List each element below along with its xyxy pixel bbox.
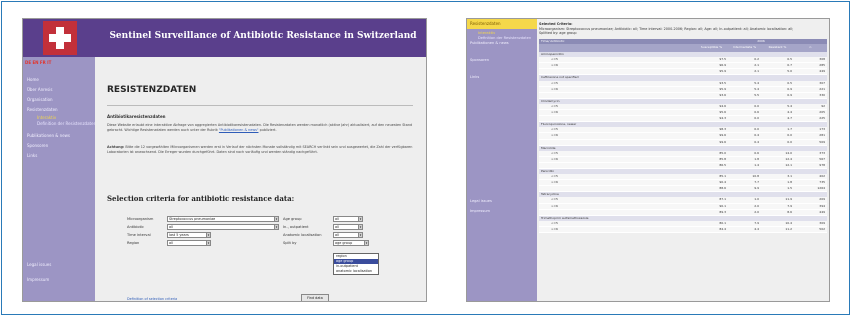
criteria-line: Microorganism: Streptococcus pneumoniae;… (539, 26, 794, 31)
nav-item-sponsors[interactable]: Sponsoren (27, 141, 93, 151)
selection-heading: Selection criteria for antibiotic resist… (107, 194, 295, 203)
value-cell: 84.4 (695, 226, 728, 234)
microorganism-select[interactable]: Streptococcus pneumoniae ▾ (167, 216, 279, 222)
nav-item-links[interactable]: Links (27, 151, 93, 161)
antibiotic-label: Antibiotic (127, 225, 145, 229)
criteria-split: Splitted by: age group (539, 31, 577, 35)
value-cell: 4.4 (728, 226, 761, 234)
inoutpatient-label: In-, outpatient (283, 225, 309, 229)
chevron-down-icon: ▾ (206, 233, 210, 237)
dropdown-option[interactable]: anatomic localisation (334, 269, 378, 274)
chevron-down-icon: ▾ (364, 241, 368, 245)
swiss-cross-logo (43, 21, 77, 55)
age-group-select[interactable]: all ▾ (333, 216, 363, 222)
sidebar: DE EN FR IT Home Über Anresis Organisati… (23, 57, 96, 301)
split-by-select[interactable]: age group ▾ (333, 240, 369, 246)
selection-page-screenshot: Sentinel Surveillance of Antibiotic Resi… (22, 18, 427, 302)
inoutpatient-select[interactable]: all ▾ (333, 224, 363, 230)
publications-link[interactable]: "Publikationen & news" (219, 128, 259, 132)
column-header: Susceptible % (695, 44, 728, 53)
footer-link-legal[interactable]: Legal issues (27, 262, 51, 267)
split-by-dropdown: region age group in-outpatient anatomic … (333, 253, 379, 275)
region-select[interactable]: all ▾ (167, 240, 211, 246)
intro-paragraph: Diese Website erlaubt eine interaktive A… (107, 123, 413, 132)
language-switcher[interactable]: DE EN FR IT (25, 60, 51, 65)
region-label: Region (127, 241, 140, 245)
table-row: >=6 84.4 4.4 11.2 502 (539, 226, 828, 234)
age-group-cell: >=6 (539, 226, 695, 234)
nav-subitem-definition[interactable]: Definition der Resistenzdaten (27, 121, 96, 127)
page-heading: RESISTENZDATEN (107, 85, 197, 95)
nav-item-links[interactable]: Links (470, 75, 536, 80)
warning-paragraph: Achtung: Bitte die 12 vorgewählten Mikro… (107, 145, 413, 154)
chevron-down-icon: ▾ (358, 217, 362, 221)
sidebar-nav: Home Über Anresis Organisation Resistenz… (27, 75, 96, 161)
footer-link-legal[interactable]: Legal issues (470, 199, 492, 203)
value-cell: 502 (794, 226, 828, 234)
results-table: Time/ Antibiotic 2006 Susceptible % Inte… (539, 39, 828, 234)
sidebar: Resistenzdaten Interaktiv Definition der… (467, 19, 537, 301)
time-interval-label: Time interval (127, 233, 151, 237)
chevron-down-icon: ▾ (274, 225, 278, 229)
find-data-button[interactable]: Find data (301, 294, 329, 301)
split-by-label: Split by (283, 241, 297, 245)
localisation-select[interactable]: all ▾ (333, 232, 363, 238)
footer-link-impressum[interactable]: Impressum (27, 277, 49, 282)
site-title: Sentinel Surveillance of Antibiotic Resi… (109, 31, 417, 41)
nav-item-home[interactable]: Home (27, 75, 93, 85)
footer-link-impressum[interactable]: Impressum (470, 209, 490, 213)
section-heading: Antibiotikaresistenzdaten (107, 114, 166, 119)
divider (107, 105, 413, 106)
nav-item-resistance-data[interactable]: Resistenzdaten (27, 105, 93, 115)
selected-criteria: Selected Criteria: Microorganism: Strept… (539, 22, 829, 36)
value-cell: 11.2 (761, 226, 794, 234)
chevron-down-icon: ▾ (274, 217, 278, 221)
age-group-label: Age group (283, 217, 302, 221)
antibiotic-select[interactable]: all ▾ (167, 224, 279, 230)
microorganism-label: Microorganism (127, 217, 154, 221)
nav-item-publications[interactable]: Publikationen & news (27, 131, 93, 141)
site-header: Sentinel Surveillance of Antibiotic Resi… (23, 19, 426, 57)
results-page-screenshot: Resistenzdaten Interaktiv Definition der… (466, 18, 830, 302)
table-subheader-row: Susceptible % Intermediate % Resistant %… (539, 44, 828, 53)
sidebar-active-section[interactable]: Resistenzdaten (467, 19, 537, 29)
column-header: n (794, 44, 828, 53)
nav-item-organisation[interactable]: Organisation (27, 95, 93, 105)
column-header: Resistant % (761, 44, 794, 53)
definition-link[interactable]: Definition of selection criteria (127, 297, 177, 301)
column-header: Intermediate % (728, 44, 761, 53)
time-interval-select[interactable]: last 5 years ▾ (167, 232, 211, 238)
chevron-down-icon: ▾ (358, 225, 362, 229)
localisation-label: Anatomic localisation (283, 233, 322, 237)
sidebar-nav: Interaktiv Definition der Resistenzdaten… (470, 31, 536, 80)
nav-item-about[interactable]: Über Anresis (27, 85, 93, 95)
chevron-down-icon: ▾ (206, 241, 210, 245)
chevron-down-icon: ▾ (358, 233, 362, 237)
